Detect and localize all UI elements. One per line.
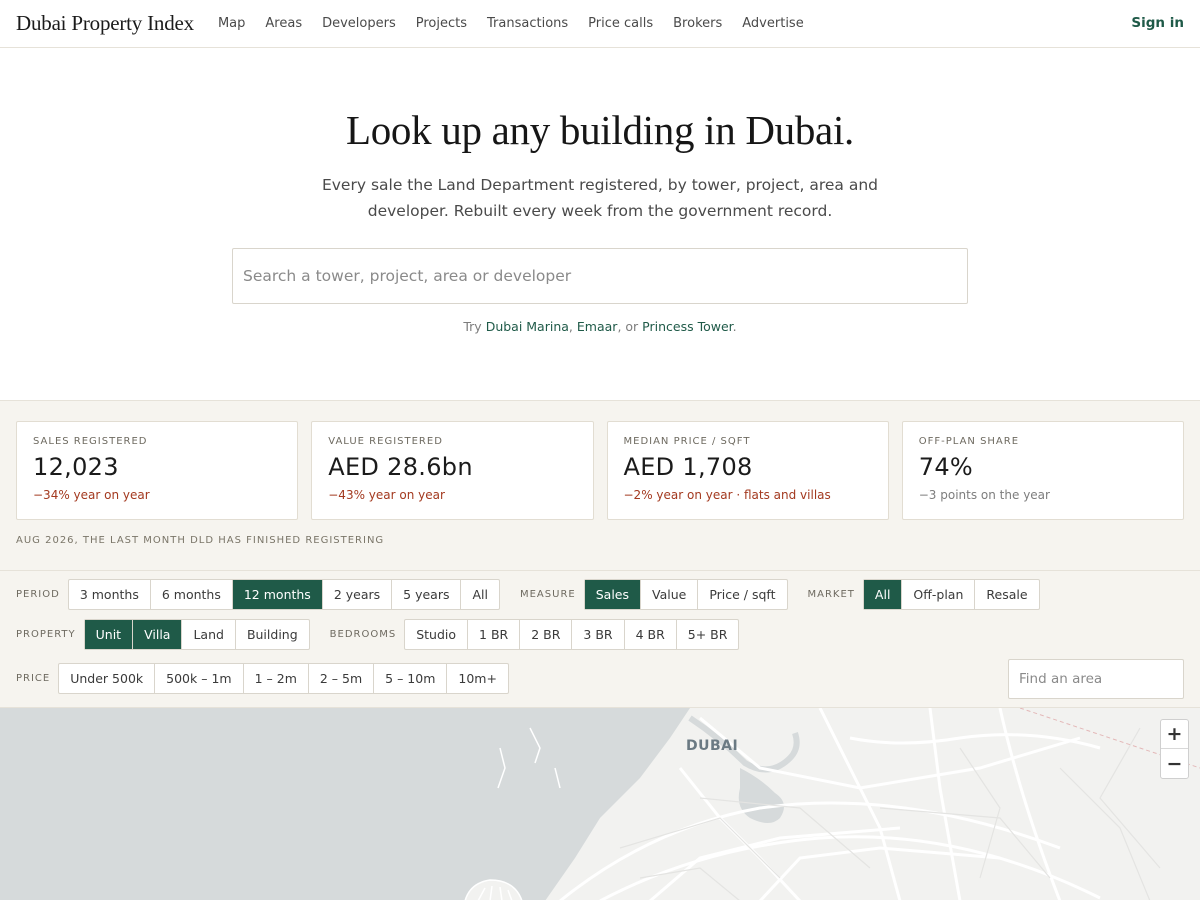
- try-end: .: [732, 319, 737, 334]
- bedrooms-1br[interactable]: 1 BR: [468, 620, 521, 649]
- stat-change: −3 points on the year: [918, 488, 1050, 502]
- hero-section: Look up any building in Dubai. Every sal…: [0, 48, 1200, 400]
- bedrooms-5plus-br[interactable]: 5+ BR: [677, 620, 739, 649]
- period-3-months[interactable]: 3 months: [69, 580, 151, 609]
- sea-area: [0, 708, 690, 900]
- bedrooms-2br[interactable]: 2 BR: [520, 620, 573, 649]
- measure-label: MEASURE: [519, 589, 576, 600]
- map-view[interactable]: DUBAI + −: [0, 708, 1200, 900]
- bedrooms-4br[interactable]: 4 BR: [625, 620, 677, 649]
- period-toggle: 3 months 6 months 12 months 2 years 5 ye…: [67, 579, 500, 610]
- building-search-box: [232, 248, 968, 304]
- find-area-box: [1008, 659, 1184, 699]
- map-canvas[interactable]: [0, 708, 1200, 900]
- period-2-years[interactable]: 2 years: [323, 580, 393, 609]
- measure-price-sqft[interactable]: Price / sqft: [698, 580, 786, 609]
- market-toggle: All Off-plan Resale: [862, 579, 1040, 610]
- market-off-plan[interactable]: Off-plan: [902, 580, 976, 609]
- price-500k-1m[interactable]: 500k – 1m: [155, 664, 244, 693]
- zoom-control: + −: [1160, 719, 1189, 779]
- bedrooms-label: BEDROOMS: [329, 629, 397, 640]
- stat-change: −34% year on year: [33, 488, 150, 502]
- hero-subtitle: Every sale the Land Department registere…: [321, 176, 879, 220]
- stat-label: SALES REGISTERED: [33, 436, 148, 447]
- price-toggle: Under 500k 500k – 1m 1 – 2m 2 – 5m 5 – 1…: [58, 663, 509, 694]
- stat-card-sales: SALES REGISTERED 12,023 −34% year on yea…: [16, 421, 299, 520]
- stat-label: OFF-PLAN SHARE: [918, 436, 1020, 447]
- stats-cards: SALES REGISTERED 12,023 −34% year on yea…: [16, 421, 1184, 520]
- property-villa[interactable]: Villa: [133, 620, 183, 649]
- hero-title: Look up any building in Dubai.: [345, 107, 854, 153]
- nav-advertise[interactable]: Advertise: [742, 16, 803, 31]
- brand-logo[interactable]: Dubai Property Index: [16, 11, 194, 36]
- find-area-input[interactable]: [1019, 671, 1173, 687]
- nav-developers[interactable]: Developers: [322, 16, 396, 31]
- main-nav: Map Areas Developers Projects Transactio…: [218, 16, 824, 31]
- stat-card-value: VALUE REGISTERED AED 28.6bn −43% year on…: [311, 421, 594, 520]
- stat-card-off-plan-share: OFF-PLAN SHARE 74% −3 points on the year: [901, 421, 1184, 520]
- nav-transactions[interactable]: Transactions: [487, 16, 568, 31]
- property-unit[interactable]: Unit: [84, 620, 134, 649]
- price-label: PRICE: [16, 673, 51, 684]
- stat-value: AED 1,708: [623, 453, 753, 481]
- zoom-in-button[interactable]: +: [1161, 720, 1188, 749]
- market-resale[interactable]: Resale: [975, 580, 1038, 609]
- stat-change: −43% year on year: [328, 488, 445, 502]
- sign-in-link[interactable]: Sign in: [1131, 15, 1184, 31]
- filter-row-1: PERIOD 3 months 6 months 12 months 2 yea…: [16, 579, 1060, 610]
- market-all[interactable]: All: [863, 580, 903, 609]
- stats-section: SALES REGISTERED 12,023 −34% year on yea…: [0, 400, 1200, 570]
- try-sep: ,: [568, 319, 573, 334]
- suggestion-dubai-marina[interactable]: Dubai Marina: [486, 319, 569, 334]
- search-suggestions: Try Dubai Marina, Emaar, or Princess Tow…: [0, 319, 1200, 334]
- bedrooms-studio[interactable]: Studio: [405, 620, 469, 649]
- filters-panel: PERIOD 3 months 6 months 12 months 2 yea…: [0, 570, 1200, 708]
- property-toggle: Unit Villa Land Building: [83, 619, 310, 650]
- stat-value: 74%: [918, 453, 973, 481]
- period-5-years[interactable]: 5 years: [392, 580, 462, 609]
- price-5-10m[interactable]: 5 – 10m: [374, 664, 448, 693]
- bedrooms-toggle: Studio 1 BR 2 BR 3 BR 4 BR 5+ BR: [404, 619, 740, 650]
- property-building[interactable]: Building: [236, 620, 309, 649]
- filter-row-2: PROPERTY Unit Villa Land Building BEDROO…: [16, 619, 759, 650]
- nav-price-calls[interactable]: Price calls: [588, 16, 653, 31]
- stat-value: 12,023: [33, 453, 119, 481]
- zoom-out-button[interactable]: −: [1161, 749, 1188, 778]
- market-label: MARKET: [807, 589, 855, 600]
- nav-brokers[interactable]: Brokers: [673, 16, 722, 31]
- property-label: PROPERTY: [16, 629, 76, 640]
- price-under-500k[interactable]: Under 500k: [59, 664, 156, 693]
- stat-change: −2% year on year · flats and villas: [623, 488, 831, 502]
- price-2-5m[interactable]: 2 – 5m: [309, 664, 375, 693]
- creek-lagoon: [738, 768, 784, 823]
- price-1-2m[interactable]: 1 – 2m: [244, 664, 309, 693]
- bedrooms-3br[interactable]: 3 BR: [572, 620, 625, 649]
- stat-label: VALUE REGISTERED: [328, 436, 443, 447]
- measure-toggle: Sales Value Price / sqft: [583, 579, 788, 610]
- property-land[interactable]: Land: [182, 620, 236, 649]
- stats-note: AUG 2026, THE LAST MONTH DLD HAS FINISHE…: [16, 535, 385, 546]
- measure-sales[interactable]: Sales: [584, 580, 641, 609]
- period-all[interactable]: All: [461, 580, 499, 609]
- nav-areas[interactable]: Areas: [265, 16, 302, 31]
- top-bar: Dubai Property Index Map Areas Developer…: [0, 0, 1200, 48]
- try-sep-or: , or: [617, 319, 639, 334]
- price-10m-plus[interactable]: 10m+: [447, 664, 508, 693]
- try-prefix: Try: [463, 319, 482, 334]
- period-label: PERIOD: [16, 589, 60, 600]
- period-12-months[interactable]: 12 months: [232, 580, 323, 609]
- stat-label: MEDIAN PRICE / SQFT: [623, 436, 751, 447]
- period-6-months[interactable]: 6 months: [151, 580, 233, 609]
- measure-value[interactable]: Value: [641, 580, 699, 609]
- building-search-input[interactable]: [243, 267, 957, 285]
- suggestion-emaar[interactable]: Emaar: [577, 319, 618, 334]
- filter-row-3: PRICE Under 500k 500k – 1m 1 – 2m 2 – 5m…: [16, 663, 529, 694]
- suggestion-princess-tower[interactable]: Princess Tower: [642, 319, 732, 334]
- nav-projects[interactable]: Projects: [416, 16, 467, 31]
- stat-value: AED 28.6bn: [328, 453, 473, 481]
- city-label: DUBAI: [686, 738, 739, 754]
- nav-map[interactable]: Map: [218, 16, 245, 31]
- stat-card-median-price: MEDIAN PRICE / SQFT AED 1,708 −2% year o…: [606, 421, 889, 520]
